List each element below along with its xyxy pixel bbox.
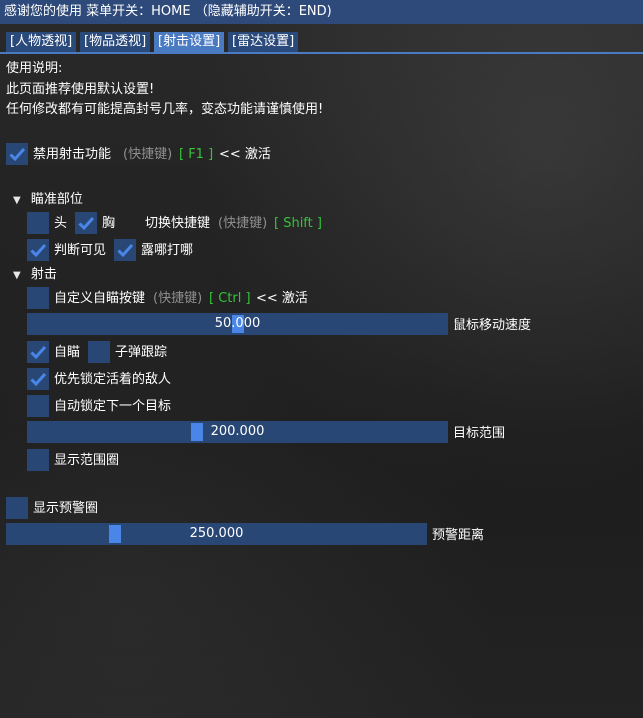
custom-aim-key-label: 自定义自瞄按键 (54, 291, 146, 306)
custom-aim-key-activate: << 激活 (256, 291, 308, 306)
auto-next-target-checkbox[interactable] (27, 395, 49, 417)
disable-shoot-label: 禁用射击功能 (33, 147, 112, 162)
tab-shoot-settings[interactable]: [射击设置] (154, 32, 225, 52)
exposed-hit-checkbox[interactable] (114, 239, 136, 261)
bullet-track-label: 子弹跟踪 (115, 345, 168, 360)
checkmark-icon (30, 345, 47, 360)
switch-hotkey-hint: (快捷键) (218, 216, 268, 231)
aim-head-label: 头 (54, 216, 68, 231)
tab-player-esp[interactable]: [人物透视] (6, 32, 77, 52)
cheat-menu-window: 感谢您的使用 菜单开关：HOME （隐藏辅助开关：END) [人物透视] [物品… (0, 0, 643, 718)
shoot-header[interactable]: ▼ 射击 (13, 266, 57, 285)
checkmark-icon (30, 372, 47, 387)
mouse-speed-label: 鼠标移动速度 (453, 318, 532, 333)
prefer-alive-label: 优先锁定活着的敌人 (54, 372, 172, 387)
intro-line-1: 使用说明: (6, 61, 63, 76)
show-range-circle-label: 显示范围圈 (54, 453, 120, 468)
auto-aim-label: 自瞄 (54, 345, 81, 360)
custom-aim-key-checkbox[interactable] (27, 287, 49, 309)
aim-part-header[interactable]: ▼ 瞄准部位 (13, 191, 83, 210)
bullet-track-checkbox[interactable] (88, 341, 110, 363)
custom-aim-key-hotkey: [ Ctrl ] (209, 291, 251, 306)
visible-check-checkbox[interactable] (27, 239, 49, 261)
expand-triangle-icon: ▼ (13, 195, 21, 206)
aim-chest-checkbox[interactable] (75, 212, 97, 234)
tab-item-esp[interactable]: [物品透视] (80, 32, 151, 52)
checkmark-icon (78, 216, 95, 231)
checkmark-icon (117, 243, 134, 258)
warning-distance-slider[interactable]: 250.000 (6, 523, 427, 545)
custom-aim-key-hint: (快捷键) (153, 291, 203, 306)
show-warning-circle-label: 显示预警圈 (33, 501, 99, 516)
target-range-label: 目标范围 (453, 426, 506, 441)
aim-chest-label: 胸 (102, 216, 116, 231)
window-title: 感谢您的使用 菜单开关：HOME （隐藏辅助开关：END) (4, 4, 332, 19)
show-warning-circle-checkbox[interactable] (6, 497, 28, 519)
intro-line-3: 任何修改都有可能提高封号几率，变态功能请谨慎使用! (6, 102, 324, 117)
show-range-circle-checkbox[interactable] (27, 449, 49, 471)
intro-line-2: 此页面推荐使用默认设置! (6, 82, 155, 97)
exposed-hit-label: 露哪打哪 (141, 243, 194, 258)
aim-part-title: 瞄准部位 (30, 192, 83, 207)
auto-aim-checkbox[interactable] (27, 341, 49, 363)
disable-shoot-activate: << 激活 (219, 147, 271, 162)
auto-next-target-label: 自动锁定下一个目标 (54, 399, 172, 414)
mouse-speed-value: 50.000 (214, 316, 261, 331)
title-bar[interactable]: 感谢您的使用 菜单开关：HOME （隐藏辅助开关：END) (0, 0, 643, 24)
visible-check-label: 判断可见 (54, 243, 107, 258)
switch-hotkey: [ Shift ] (274, 216, 322, 231)
expand-triangle-icon: ▼ (13, 270, 21, 281)
tab-bar: [人物透视] [物品透视] [射击设置] [雷达设置] (0, 32, 643, 54)
checkmark-icon (9, 147, 26, 162)
target-range-value: 200.000 (210, 424, 265, 439)
disable-shoot-hotkey-label: (快捷键) (123, 147, 173, 162)
mouse-speed-slider[interactable]: 50.000 (27, 313, 448, 335)
disable-shoot-checkbox[interactable] (6, 143, 28, 165)
warning-distance-value: 250.000 (189, 526, 244, 541)
checkmark-icon (30, 243, 47, 258)
warning-distance-label: 预警距离 (432, 528, 485, 543)
target-range-slider[interactable]: 200.000 (27, 421, 448, 443)
disable-shoot-hotkey: [ F1 ] (179, 147, 214, 162)
aim-head-checkbox[interactable] (27, 212, 49, 234)
switch-hotkey-label: 切换快捷键 (145, 216, 211, 231)
prefer-alive-checkbox[interactable] (27, 368, 49, 390)
tab-radar-settings[interactable]: [雷达设置] (228, 32, 299, 52)
shoot-title: 射击 (30, 267, 57, 282)
